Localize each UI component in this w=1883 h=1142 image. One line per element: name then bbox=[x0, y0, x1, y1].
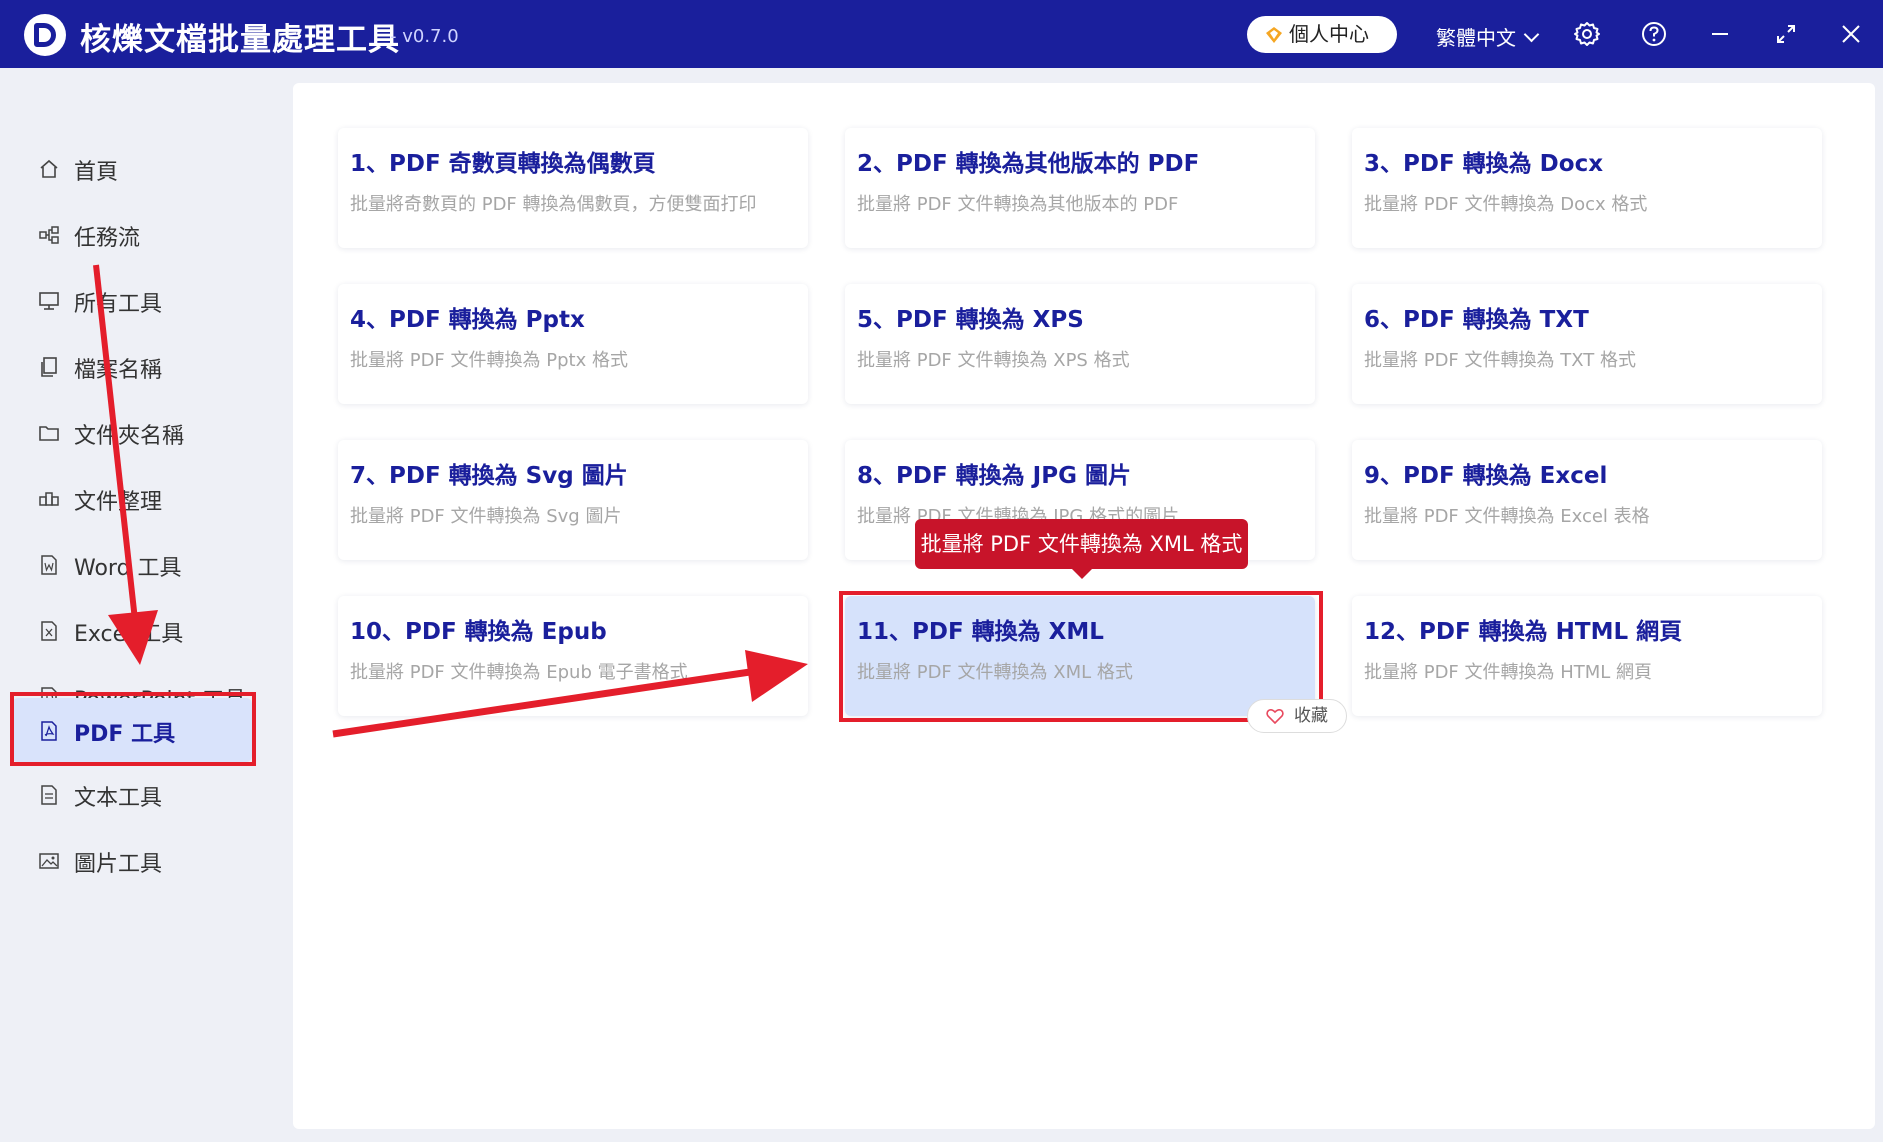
sidebar-item-home[interactable]: 首頁 bbox=[12, 136, 252, 200]
app-logo-icon bbox=[24, 14, 66, 56]
card-title: 2、PDF 轉換為其他版本的 PDF bbox=[857, 151, 1200, 177]
card-title: 12、PDF 轉換為 HTML 網頁 bbox=[1364, 619, 1683, 645]
settings-icon[interactable] bbox=[1573, 20, 1601, 48]
sidebar-item-label: 文件夾名稱 bbox=[74, 424, 185, 449]
files-icon bbox=[41, 357, 57, 377]
card-description: 批量將 PDF 文件轉換為 TXT 格式 bbox=[1364, 350, 1636, 371]
tool-card-pdf-version[interactable]: 2、PDF 轉換為其他版本的 PDF 批量將 PDF 文件轉換為其他版本的 PD… bbox=[845, 128, 1315, 248]
card-title: 6、PDF 轉換為 TXT bbox=[1364, 307, 1589, 333]
monitor-icon bbox=[39, 292, 59, 310]
sidebar-item-workflow[interactable]: 任務流 bbox=[12, 202, 252, 266]
card-description: 批量將 PDF 文件轉換為 Excel 表格 bbox=[1364, 506, 1650, 527]
favorite-button[interactable]: 收藏 bbox=[1247, 699, 1347, 733]
tool-card-pdf-to-pptx[interactable]: 4、PDF 轉換為 Pptx 批量將 PDF 文件轉換為 Pptx 格式 bbox=[338, 284, 808, 404]
sidebar-item-label: 所有工具 bbox=[74, 292, 163, 317]
tool-card-pdf-to-txt[interactable]: 6、PDF 轉換為 TXT 批量將 PDF 文件轉換為 TXT 格式 bbox=[1352, 284, 1822, 404]
sidebar-item-label: 圖片工具 bbox=[74, 852, 163, 877]
help-icon[interactable] bbox=[1640, 20, 1668, 48]
sidebar-item-file-organize[interactable]: 文件整理 bbox=[12, 466, 252, 530]
sidebar-item-label: 文件整理 bbox=[74, 490, 163, 515]
card-title: 5、PDF 轉換為 XPS bbox=[857, 307, 1084, 333]
tool-card-pdf-to-xps[interactable]: 5、PDF 轉換為 XPS 批量將 PDF 文件轉換為 XPS 格式 bbox=[845, 284, 1315, 404]
chevron-down-icon bbox=[1523, 26, 1540, 43]
tool-card-pdf-to-html[interactable]: 12、PDF 轉換為 HTML 網頁 批量將 PDF 文件轉換為 HTML 網頁 bbox=[1352, 596, 1822, 716]
card-description: 批量將 PDF 文件轉換為 Pptx 格式 bbox=[350, 350, 628, 371]
sidebar-item-label: 檔案名稱 bbox=[74, 358, 163, 383]
card-description: 批量將 PDF 文件轉換為 XPS 格式 bbox=[857, 350, 1130, 371]
sidebar-item-label: 首頁 bbox=[74, 160, 119, 185]
heart-icon bbox=[1266, 708, 1284, 724]
title-bar: 核爍文檔批量處理工具 - v0.7.0 個人中心 繁體中文 bbox=[0, 0, 1883, 68]
excel-icon bbox=[41, 621, 57, 641]
card-title: 10、PDF 轉換為 Epub bbox=[350, 619, 607, 645]
card-description: 批量將奇數頁的 PDF 轉換為偶數頁，方便雙面打印 bbox=[350, 194, 757, 215]
user-center-label: 個人中心 bbox=[1289, 22, 1369, 46]
workflow-icon bbox=[39, 226, 59, 244]
sidebar-item-all-tools[interactable]: 所有工具 bbox=[12, 268, 252, 332]
sidebar-item-label: Excel 工具 bbox=[74, 622, 184, 647]
tool-card-pdf-to-svg[interactable]: 7、PDF 轉換為 Svg 圖片 批量將 PDF 文件轉換為 Svg 圖片 bbox=[338, 440, 808, 560]
card-title: 4、PDF 轉換為 Pptx bbox=[350, 307, 585, 333]
card-title: 7、PDF 轉換為 Svg 圖片 bbox=[350, 463, 628, 489]
sidebar-item-folder-names[interactable]: 文件夾名稱 bbox=[12, 400, 252, 464]
folder-icon bbox=[39, 426, 59, 441]
maximize-icon[interactable] bbox=[1772, 20, 1800, 48]
tool-card-pdf-to-docx[interactable]: 3、PDF 轉換為 Docx 批量將 PDF 文件轉換為 Docx 格式 bbox=[1352, 128, 1822, 248]
sidebar-item-label: 文本工具 bbox=[74, 786, 163, 811]
sidebar-item-file-names[interactable]: 檔案名稱 bbox=[12, 334, 252, 398]
sidebar-item-text[interactable]: 文本工具 bbox=[12, 762, 252, 826]
card-description: 批量將 PDF 文件轉換為其他版本的 PDF bbox=[857, 194, 1179, 215]
app-title: 核爍文檔批量處理工具 bbox=[80, 22, 400, 58]
favorite-label: 收藏 bbox=[1294, 706, 1328, 726]
text-icon bbox=[41, 785, 57, 805]
tool-card-pdf-to-excel[interactable]: 9、PDF 轉換為 Excel 批量將 PDF 文件轉換為 Excel 表格 bbox=[1352, 440, 1822, 560]
card-description: 批量將 PDF 文件轉換為 Svg 圖片 bbox=[350, 506, 622, 527]
tooltip: 批量將 PDF 文件轉換為 XML 格式 bbox=[915, 519, 1248, 579]
tooltip-text: 批量將 PDF 文件轉換為 XML 格式 bbox=[920, 532, 1243, 556]
sidebar-item-image[interactable]: 圖片工具 bbox=[12, 828, 252, 892]
user-center-button[interactable]: 個人中心 bbox=[1247, 16, 1397, 53]
tool-card-pdf-to-epub[interactable]: 10、PDF 轉換為 Epub 批量將 PDF 文件轉換為 Epub 電子書格式 bbox=[338, 596, 808, 716]
language-select[interactable]: 繁體中文 bbox=[1436, 22, 1540, 51]
language-label: 繁體中文 bbox=[1436, 26, 1516, 50]
card-description: 批量將 PDF 文件轉換為 HTML 網頁 bbox=[1364, 662, 1653, 683]
close-icon[interactable] bbox=[1837, 20, 1865, 48]
card-title: 9、PDF 轉換為 Excel bbox=[1364, 463, 1608, 489]
card-title: 8、PDF 轉換為 JPG 圖片 bbox=[857, 463, 1131, 489]
home-icon bbox=[40, 159, 58, 178]
app-version: - v0.7.0 bbox=[390, 26, 459, 47]
annotation-highlight-box bbox=[10, 692, 256, 766]
word-icon bbox=[41, 555, 57, 575]
organize-icon bbox=[39, 492, 59, 506]
sidebar-item-excel[interactable]: Excel 工具 bbox=[12, 598, 252, 662]
card-description: 批量將 PDF 文件轉換為 Epub 電子書格式 bbox=[350, 662, 688, 683]
card-title: 3、PDF 轉換為 Docx bbox=[1364, 151, 1604, 177]
card-description: 批量將 PDF 文件轉換為 Docx 格式 bbox=[1364, 194, 1648, 215]
sidebar-item-label: Word 工具 bbox=[74, 556, 182, 581]
sidebar: 首頁 任務流 所有工具 檔案名稱 文件夾名稱 文件整理 Word 工具 Exce… bbox=[0, 68, 290, 1142]
tool-card-pdf-odd-to-even[interactable]: 1、PDF 奇數頁轉換為偶數頁 批量將奇數頁的 PDF 轉換為偶數頁，方便雙面打… bbox=[338, 128, 808, 248]
annotation-highlight-box bbox=[839, 591, 1323, 722]
sidebar-item-word[interactable]: Word 工具 bbox=[12, 532, 252, 596]
minimize-icon[interactable] bbox=[1706, 20, 1734, 48]
diamond-icon bbox=[1266, 27, 1282, 43]
image-icon bbox=[39, 853, 59, 869]
sidebar-item-label: 任務流 bbox=[74, 226, 141, 251]
card-title: 1、PDF 奇數頁轉換為偶數頁 bbox=[350, 151, 656, 177]
